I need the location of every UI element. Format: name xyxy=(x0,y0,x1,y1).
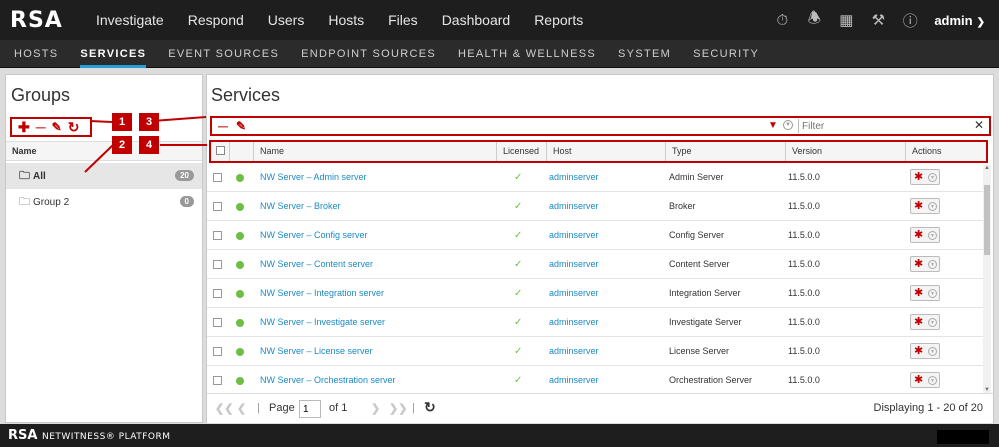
footer-logo: RSA NETWITNESS® PLATFORM xyxy=(8,428,171,443)
callout-4: 4 xyxy=(139,136,159,154)
arrow-1 xyxy=(89,120,113,123)
redacted-block xyxy=(937,430,989,444)
callout-3: 3 xyxy=(139,113,159,131)
footer-bar: RSA NETWITNESS® PLATFORM xyxy=(0,424,999,447)
arrow-2 xyxy=(84,144,114,173)
callout-1: 1 xyxy=(112,113,132,131)
callout-2: 2 xyxy=(112,136,132,154)
footer-brand: RSA xyxy=(8,428,38,443)
annotation-arrows xyxy=(84,116,207,173)
footer-product: NETWITNESS® PLATFORM xyxy=(41,432,171,442)
